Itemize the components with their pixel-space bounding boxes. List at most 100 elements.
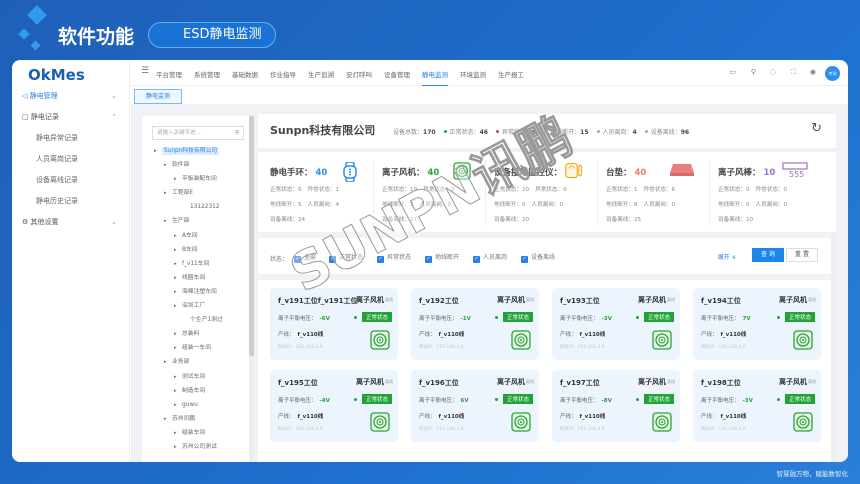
nav-item[interactable]: 生产报工	[498, 69, 524, 79]
device-card[interactable]: f_v191工位f_v191工位 离子风机 离线 离子平衡电压： -6V 正常状态 产线： f…	[270, 288, 398, 360]
tree-node[interactable]: 个生产1测过	[142, 313, 254, 327]
tree-search-input[interactable]: 请输入关键字进... ⚲	[152, 126, 244, 140]
sidebar-item[interactable]: 静电历史记录	[12, 191, 129, 212]
checkbox-checked-icon[interactable]: ✓	[473, 256, 480, 263]
tree-node[interactable]: ▸ 组装车间	[142, 426, 254, 440]
device-summary-card[interactable]: 台垫： 40 正常状态：1 异常状态：6 地线断开：8 人员离岗：0 设备离线：25	[598, 160, 710, 226]
device-card[interactable]: f_v192工位 离子风机 离线 离子平衡电压： -1V 正常状态 产线： f_v110线 网关…	[411, 288, 539, 360]
checkbox-checked-icon[interactable]: ✓	[377, 256, 384, 263]
tree-expand-icon[interactable]: ▸	[174, 426, 182, 440]
device-summary-card[interactable]: 离子风棒： 10 555 正常状态：0 异常状态：0 地线断开：0 人员离岗：0 设备离线：1…	[710, 160, 822, 226]
checkbox-checked-icon[interactable]: ✓	[329, 256, 336, 263]
expand-button[interactable]: 展开 ∨	[718, 252, 736, 261]
tree-node[interactable]: ▸ B车间	[142, 243, 254, 257]
tree-node[interactable]: ▸ 业务部	[142, 355, 254, 369]
tree-expand-icon[interactable]: ▸	[174, 341, 182, 355]
nav-item[interactable]: 环境监测	[460, 69, 486, 79]
sidebar-item[interactable]: 静电异常记录	[12, 128, 129, 149]
nav-item[interactable]: 基础数据	[232, 69, 258, 79]
tree-node[interactable]: ▸ 苏州讯鹏	[142, 412, 254, 426]
device-card[interactable]: f_v197工位 离子风机 离线 离子平衡电压： -8V 正常状态 产线： f_v110线 网关…	[552, 370, 680, 442]
tree-expand-icon[interactable]: ▸	[164, 355, 172, 369]
query-button[interactable]: 查 询	[752, 248, 784, 262]
refresh-icon[interactable]: ↻	[811, 121, 822, 136]
chevron-icon[interactable]: ⌃	[111, 107, 117, 128]
status-checkbox[interactable]: ✓ 人员离岗	[473, 252, 507, 263]
tree-expand-icon[interactable]: ▸	[174, 327, 182, 341]
tree-node[interactable]: 13122312	[142, 200, 254, 214]
tree-expand-icon[interactable]: ▸	[174, 440, 182, 454]
nav-item[interactable]: 安灯呼叫	[346, 69, 372, 79]
tree-node[interactable]: ▸ 测试车间	[142, 370, 254, 384]
tree-node[interactable]: ▸ 平板装配车间	[142, 172, 254, 186]
tree-expand-icon[interactable]: ▸	[164, 214, 172, 228]
tree-node[interactable]: ▸ 线圈车间	[142, 271, 254, 285]
tree-node[interactable]: ▸ 组装一车间	[142, 341, 254, 355]
search-icon[interactable]: ⚲	[235, 127, 239, 139]
device-summary-card[interactable]: 静电手环： 40 正常状态：6 异常状态：1 地线断开：5 人员离岗：4 设备离线：24	[262, 160, 374, 226]
sidebar-item[interactable]: ▢ 静电记录 ⌃	[12, 107, 129, 128]
checkbox-checked-icon[interactable]: ✓	[521, 256, 528, 263]
tree-expand-icon[interactable]: ▸	[174, 229, 182, 243]
tree-node[interactable]: ▸ 制造车间	[142, 384, 254, 398]
nav-item[interactable]: 平台管理	[156, 69, 182, 79]
nav-item[interactable]: 系统管理	[194, 69, 220, 79]
sidebar-item[interactable]: 人员离岗记录	[12, 149, 129, 170]
menu-toggle-icon[interactable]: ☰	[141, 66, 149, 76]
tree-expand-icon[interactable]: ▸	[164, 412, 172, 426]
nav-item[interactable]: 静电监测	[422, 69, 448, 86]
device-card[interactable]: f_v198工位 离子风机 离线 离子平衡电压： -3V 正常状态 产线： f_v110线 网关…	[693, 370, 821, 442]
chevron-icon[interactable]: ⌄	[111, 86, 117, 107]
sidebar-item[interactable]: ⚙ 其他设置 ⌄	[12, 212, 129, 233]
device-card[interactable]: f_v195工位 离子风机 离线 离子平衡电压： -4V 正常状态 产线： f_v110线 网关…	[270, 370, 398, 442]
device-card[interactable]: f_v193工位 离子风机 离线 离子平衡电压： -3V 正常状态 产线： f_v110线 网关…	[552, 288, 680, 360]
status-checkbox[interactable]: ✓ 异常状态	[377, 252, 411, 263]
tree-node[interactable]: ▸ A车间	[142, 229, 254, 243]
device-summary-card[interactable]: 设备接地监控仪：40正常状态：20异常状态：0地线断开：0人员离岗：0设备离线：…	[486, 160, 598, 226]
tree-node[interactable]: ▸ Sunpn科技有限公司	[142, 144, 254, 158]
nav-item[interactable]: 作业指导	[270, 69, 296, 79]
sidebar-item[interactable]: 设备离线记录	[12, 170, 129, 191]
tree-node[interactable]: ▸ 生产部	[142, 214, 254, 228]
tree-expand-icon[interactable]: ▸	[174, 172, 182, 186]
tree-node[interactable]: ▸ guwu	[142, 398, 254, 412]
checkbox-checked-icon[interactable]: ✓	[294, 256, 301, 263]
tree-node[interactable]: ▸ 软件部	[142, 158, 254, 172]
tree-scrollbar[interactable]	[249, 116, 254, 462]
sidebar-item[interactable]: ◁ 静电管理 ⌄	[12, 86, 129, 107]
nav-item[interactable]: 生产追溯	[308, 69, 334, 79]
fullscreen-icon[interactable]: ⛶	[791, 68, 796, 77]
tree-node[interactable]: ▸ 总装料	[142, 327, 254, 341]
tree-expand-icon[interactable]: ▸	[164, 158, 172, 172]
status-checkbox[interactable]: ✓ 正常状态	[329, 252, 363, 263]
status-checkbox[interactable]: ✓ 全部	[294, 252, 316, 263]
tree-node[interactable]: ▸ 苏州公司测试	[142, 440, 254, 454]
tree-expand-icon[interactable]: ▸	[174, 285, 182, 299]
device-card[interactable]: f_v196工位 离子风机 离线 离子平衡电压： 6V 正常状态 产线： f_v110线 网关I…	[411, 370, 539, 442]
tree-expand-icon[interactable]: ▸	[174, 243, 182, 257]
device-card[interactable]: f_v194工位 离子风机 离线 离子平衡电压： 7V 正常状态 产线： f_v110线 网关I…	[693, 288, 821, 360]
tree-expand-icon[interactable]: ▸	[174, 271, 182, 285]
tree-expand-icon[interactable]: ▸	[164, 186, 172, 200]
search-icon[interactable]: ⚲	[751, 68, 756, 76]
tree-expand-icon[interactable]: ▸	[154, 144, 162, 158]
avatar[interactable]: 考测	[825, 66, 840, 81]
nav-item[interactable]: 设备管理	[384, 69, 410, 79]
bell-icon[interactable]: ◌	[770, 68, 776, 76]
tree-expand-icon[interactable]: ▸	[174, 384, 182, 398]
tree-expand-icon[interactable]: ▸	[174, 398, 182, 412]
tree-expand-icon[interactable]: ▸	[174, 299, 182, 313]
tree-node[interactable]: ▸ f_v11车间	[142, 257, 254, 271]
reset-button[interactable]: 重 置	[786, 248, 818, 262]
status-checkbox[interactable]: ✓ 设备离线	[521, 252, 555, 263]
tree-node[interactable]: ▸ 深圳工厂	[142, 299, 254, 313]
tree-expand-icon[interactable]: ▸	[174, 257, 182, 271]
tree-node[interactable]: ▸ 工程部E	[142, 186, 254, 200]
theme-icon[interactable]: ◉	[810, 68, 816, 76]
tab-esd-monitor[interactable]: 静电监测	[134, 89, 182, 104]
checkbox-checked-icon[interactable]: ✓	[425, 256, 432, 263]
monitor-icon[interactable]: ▭	[729, 68, 736, 76]
main-scrollbar[interactable]	[831, 234, 836, 462]
tree-expand-icon[interactable]: ▸	[174, 370, 182, 384]
chevron-icon[interactable]: ⌄	[111, 212, 117, 233]
